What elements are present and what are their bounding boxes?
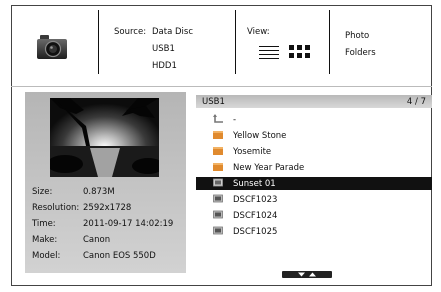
- list-item[interactable]: New Year Parade: [196, 161, 432, 174]
- list-item-label: Yosemite: [233, 147, 272, 157]
- header-divider-line: [11, 86, 432, 87]
- up-folder-label: -: [233, 115, 237, 125]
- source-label: Source:: [114, 27, 147, 37]
- list-header: USB1 4 / 7: [196, 95, 432, 108]
- list-view-icon[interactable]: [259, 46, 279, 60]
- list-item[interactable]: DSCF1023: [196, 193, 432, 206]
- list-item-label: New Year Parade: [233, 163, 305, 173]
- source-option-data-disc[interactable]: Data Disc: [152, 27, 193, 37]
- up-arrow-icon: [213, 114, 223, 123]
- source-option-usb1[interactable]: USB1: [152, 44, 175, 54]
- list-item-label: Sunset 01: [233, 179, 276, 189]
- list-item[interactable]: Yellow Stone: [196, 129, 432, 142]
- item-counter: 4 / 7: [406, 97, 426, 107]
- header-divider: [329, 10, 330, 74]
- folder-icon: [213, 147, 223, 155]
- list-item-label: Yellow Stone: [233, 131, 287, 141]
- grid-view-icon[interactable]: [289, 45, 311, 59]
- header-divider: [98, 10, 99, 74]
- list-item[interactable]: Yosemite: [196, 145, 432, 158]
- scroll-indicator[interactable]: [282, 271, 332, 278]
- photo-file-icon: [213, 178, 223, 187]
- photo-thumbnail: [50, 98, 159, 177]
- photo-file-icon: [213, 226, 223, 235]
- mode-option-photo[interactable]: Photo: [345, 31, 369, 41]
- list-item-label: DSCF1023: [233, 195, 278, 205]
- list-item[interactable]: DSCF1024: [196, 209, 432, 222]
- folder-icon: [213, 163, 223, 171]
- list-item-selected[interactable]: Sunset 01: [196, 177, 432, 190]
- list-item-label: DSCF1024: [233, 211, 278, 221]
- up-folder-row[interactable]: -: [196, 113, 432, 126]
- folder-icon: [213, 131, 223, 139]
- photo-file-icon: [213, 194, 223, 203]
- camera-icon: [37, 35, 67, 59]
- photo-info-panel: Size: 0.873M Resolution: 2592x1728 Time:…: [25, 92, 186, 273]
- photo-file-icon: [213, 210, 223, 219]
- list-item[interactable]: DSCF1025: [196, 225, 432, 238]
- source-option-hdd1[interactable]: HDD1: [152, 61, 177, 71]
- view-label: View:: [247, 27, 270, 37]
- header-divider: [235, 10, 236, 74]
- list-item-label: DSCF1025: [233, 227, 278, 237]
- mode-option-folders[interactable]: Folders: [345, 48, 376, 58]
- current-path: USB1: [202, 97, 225, 107]
- scroll-arrows-icon: [298, 272, 316, 277]
